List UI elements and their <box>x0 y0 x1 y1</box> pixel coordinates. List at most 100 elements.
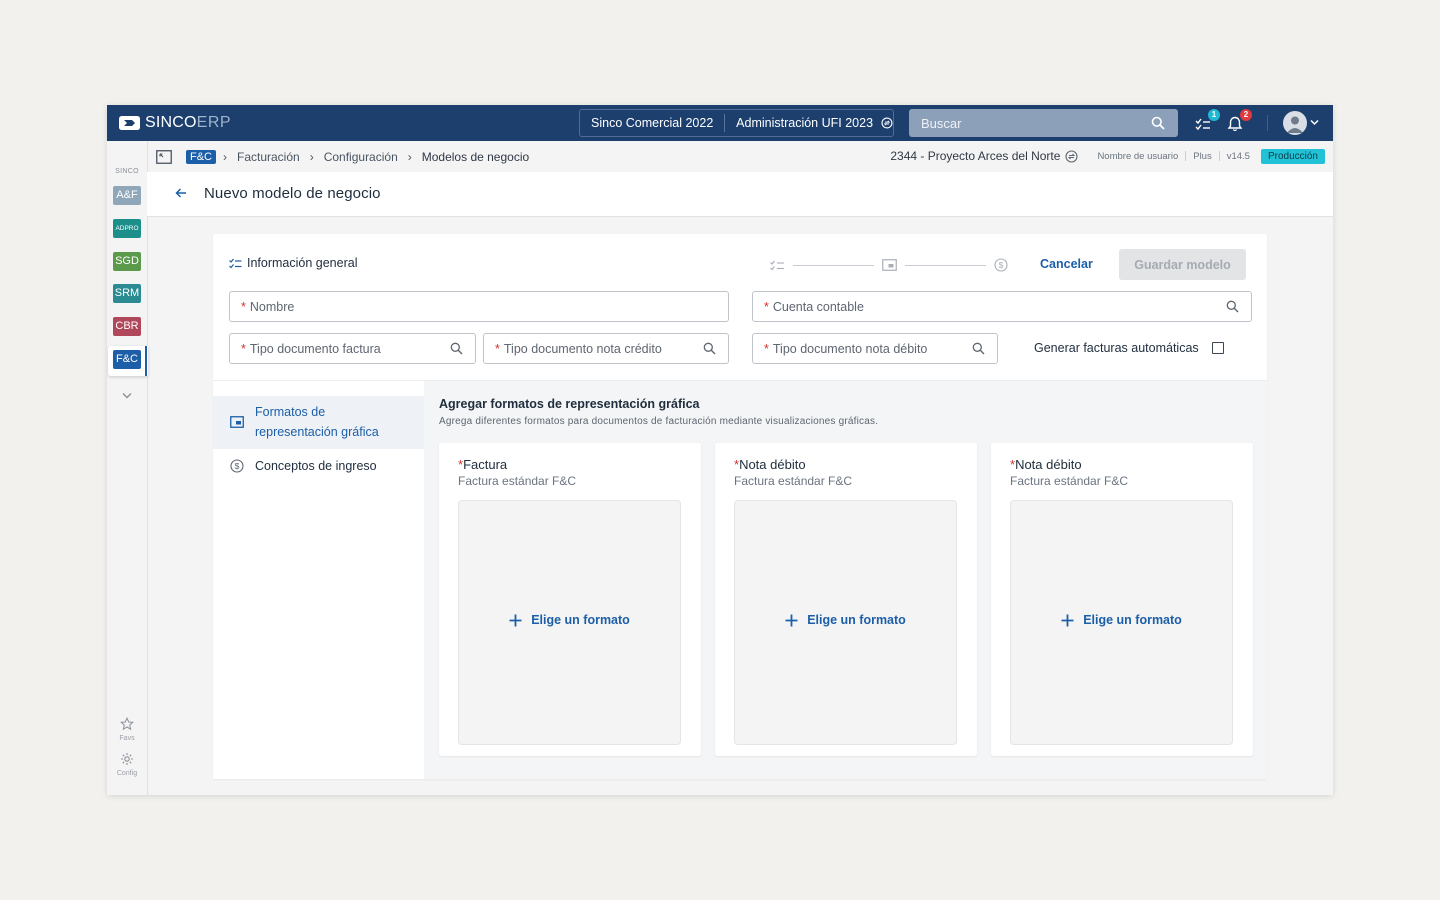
rail-active-indicator <box>145 346 147 376</box>
nombre-label: Nombre <box>249 300 295 314</box>
cuenta-placeholder: * Cuenta contable <box>764 300 864 314</box>
tipo-nota-debito-field[interactable]: * Tipo documento nota débito <box>752 333 998 364</box>
nombre-placeholder: * Nombre <box>241 300 294 314</box>
tipo-nota-credito-field[interactable]: * Tipo documento nota crédito <box>483 333 729 364</box>
format-card-subtitle: Factura estándar F&C <box>734 474 853 488</box>
module-cbr-label: CBR <box>115 320 139 332</box>
brand-suffix: ERP <box>196 114 232 131</box>
search-icon[interactable] <box>703 342 716 355</box>
tab-conceptos-label: Conceptos de ingreso <box>255 459 377 473</box>
module-sgd-label: SGD <box>115 255 139 267</box>
form-card: Información general $ Cancelar Guardar m… <box>213 234 1267 779</box>
choose-format-button[interactable]: Elige un formato <box>734 500 957 745</box>
user-icon <box>1287 116 1303 133</box>
search-input[interactable] <box>909 109 1178 137</box>
search-icon[interactable] <box>1226 300 1239 313</box>
version-label: v14.5 <box>1226 150 1250 162</box>
session-info: 2344 - Proyecto Arces del Norte Nombre d… <box>890 148 1325 164</box>
dollar-step-icon[interactable]: $ <box>994 258 1008 272</box>
module-adpro[interactable]: ADPRO <box>113 219 141 238</box>
global-search[interactable] <box>909 109 1178 137</box>
star-icon[interactable] <box>120 717 134 731</box>
tipo-factura-field[interactable]: * Tipo documento factura <box>229 333 476 364</box>
context-selector[interactable]: Sinco Comercial 2022 Administración UFI … <box>579 109 894 137</box>
brand-logo[interactable]: SINCO ERP <box>119 114 231 132</box>
checklist-step-icon[interactable] <box>770 260 785 271</box>
module-fc-label: F&C <box>116 353 138 365</box>
format-step-icon[interactable] <box>882 259 897 271</box>
dollar-icon: $ <box>230 459 244 473</box>
page-header: Nuevo modelo de negocio <box>147 172 1333 217</box>
config-label: Config <box>116 770 138 777</box>
tipo-credito-label: Tipo documento nota crédito <box>503 342 662 356</box>
module-cbr[interactable]: CBR <box>113 317 141 336</box>
page-title: Nuevo modelo de negocio <box>204 185 381 202</box>
format-card-title-text: Nota débito <box>739 457 806 472</box>
required-mark: * <box>495 342 500 356</box>
avatar[interactable] <box>1283 111 1307 135</box>
module-sgd[interactable]: SGD <box>113 252 141 271</box>
form-stepper: $ <box>770 257 1008 273</box>
choose-format-button[interactable]: Elige un formato <box>458 500 681 745</box>
choose-format-action: Elige un formato <box>1011 613 1232 627</box>
alerts-badge: 2 <box>1240 109 1252 121</box>
format-card-factura: *Factura Factura estándar F&C Elige un f… <box>439 443 701 756</box>
tab-conceptos[interactable]: $ Conceptos de ingreso <box>213 449 424 483</box>
required-mark: * <box>241 342 246 356</box>
chevron-down-icon[interactable] <box>1310 119 1319 126</box>
plan-label: Plus <box>1193 150 1212 162</box>
stepper-line <box>793 264 874 266</box>
breadcrumb-item-current: Modelos de negocio <box>421 149 530 164</box>
module-af-label: A&F <box>116 189 138 201</box>
username[interactable]: Nombre de usuario <box>1097 151 1178 162</box>
chevron-down-icon[interactable] <box>122 392 132 399</box>
cuenta-contable-field[interactable]: * Cuenta contable <box>752 291 1252 322</box>
module-srm-label: SRM <box>114 287 140 299</box>
environment-badge: Producción <box>1260 148 1325 164</box>
gear-icon[interactable] <box>120 752 134 766</box>
checklist-icon <box>229 258 242 268</box>
module-srm[interactable]: SRM <box>113 284 141 303</box>
tasks-badge: 1 <box>1208 109 1220 121</box>
search-icon[interactable] <box>1151 116 1165 130</box>
breadcrumb-item-facturacion[interactable]: Facturación <box>237 150 300 164</box>
back-arrow-icon[interactable] <box>173 185 189 201</box>
formats-title: Agregar formatos de representación gráfi… <box>439 397 700 411</box>
topbar-divider <box>1267 115 1268 131</box>
search-icon[interactable] <box>450 342 463 355</box>
expand-icon[interactable] <box>156 149 172 164</box>
unit-label[interactable]: Administración UFI 2023 <box>725 116 884 130</box>
required-mark: * <box>764 300 769 314</box>
project-name[interactable]: 2344 - Proyecto Arces del Norte <box>890 149 1060 163</box>
tab-formatos[interactable]: Formatos de representación gráfica <box>213 396 424 449</box>
breadcrumb-module-tag[interactable]: F&C <box>186 149 216 164</box>
company-label[interactable]: Sinco Comercial 2022 <box>580 116 724 130</box>
plus-icon <box>785 614 798 626</box>
save-model-button[interactable]: Guardar modelo <box>1119 249 1246 280</box>
cancel-button[interactable]: Cancelar <box>1030 249 1103 279</box>
nombre-field[interactable]: * Nombre <box>229 291 729 322</box>
format-card-nota-debito-2: *Nota débito Factura estándar F&C Elige … <box>991 443 1253 756</box>
choose-format-label: Elige un formato <box>1083 613 1182 627</box>
top-bar: SINCO ERP Sinco Comercial 2022 Administr… <box>107 105 1333 141</box>
brand-name: SINCO <box>145 114 197 131</box>
choose-format-action: Elige un formato <box>735 613 956 627</box>
swap-icon[interactable] <box>1065 149 1078 163</box>
swap-icon[interactable] <box>881 116 893 130</box>
breadcrumb-item-configuracion[interactable]: Configuración <box>324 150 398 164</box>
search-icon[interactable] <box>972 342 985 355</box>
favs-label: Favs <box>119 735 135 742</box>
tipo-debito-label: Tipo documento nota débito <box>772 342 928 356</box>
module-fc[interactable]: F&C <box>113 350 141 369</box>
svg-text:$: $ <box>999 260 1004 270</box>
svg-text:$: $ <box>235 461 240 471</box>
meta-divider <box>1218 151 1220 161</box>
auto-invoices-label: Generar facturas automáticas <box>1034 341 1199 355</box>
format-icon <box>230 416 244 428</box>
choose-format-button[interactable]: Elige un formato <box>1010 500 1233 745</box>
auto-invoices-checkbox[interactable] <box>1212 342 1224 354</box>
required-mark: * <box>764 342 769 356</box>
module-af[interactable]: A&F <box>113 186 141 205</box>
chevron-right-icon: › <box>223 149 227 164</box>
formats-panel: Agregar formatos de representación gráfi… <box>424 380 1267 779</box>
